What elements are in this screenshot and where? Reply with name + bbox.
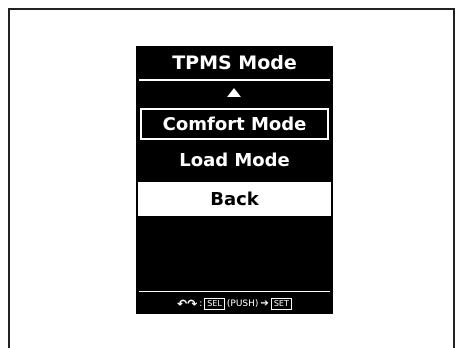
- title-divider: [139, 79, 330, 81]
- arrow-right-icon: ➔: [260, 297, 269, 309]
- screen-title: TPMS Mode: [172, 52, 297, 74]
- control-hint: ↶↷ : SEL (PUSH) ➔ SET: [136, 293, 333, 314]
- menu-item-comfort-mode[interactable]: Comfort Mode: [140, 108, 329, 140]
- menu-item-load-mode[interactable]: Load Mode: [140, 144, 329, 176]
- scroll-up-icon[interactable]: [227, 88, 241, 97]
- push-label: (PUSH): [226, 298, 259, 309]
- footer-divider: [139, 291, 330, 292]
- rotate-knob-icon: ↶↷: [177, 296, 198, 311]
- menu-item-back[interactable]: Back: [138, 182, 331, 216]
- hint-colon: :: [199, 298, 203, 309]
- tpms-display: TPMS Mode Comfort Mode Load Mode Back ↶↷…: [136, 46, 333, 314]
- sel-label: SEL: [204, 297, 225, 310]
- set-label: SET: [270, 297, 292, 310]
